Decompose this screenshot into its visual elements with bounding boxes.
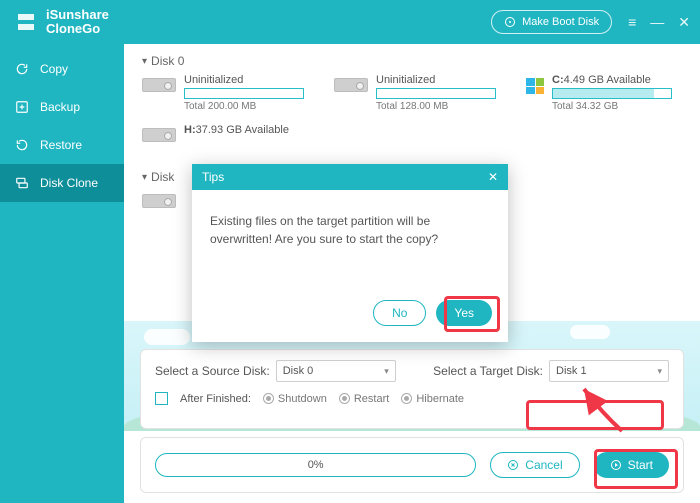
dialog-yes-button[interactable]: Yes xyxy=(436,300,492,326)
footer-bar: 0% Cancel Start xyxy=(140,437,684,493)
partition-name: C:4.49 GB Available xyxy=(552,74,672,86)
app-logo-icon xyxy=(14,10,38,34)
progress-bar: 0% xyxy=(155,453,476,477)
disc-icon xyxy=(504,16,516,28)
chevron-down-icon: ▾ xyxy=(142,172,147,183)
usage-bar xyxy=(184,88,304,99)
partition-name: H:37.93 GB Available xyxy=(184,124,289,136)
dialog-title: Tips xyxy=(202,170,224,184)
cancel-button[interactable]: Cancel xyxy=(490,452,579,478)
radio-shutdown[interactable]: Shutdown xyxy=(263,393,327,405)
menu-icon[interactable]: ≡ xyxy=(628,14,636,31)
partition-total: Total 128.00 MB xyxy=(376,101,496,112)
partition-name: Uninitialized xyxy=(184,74,304,86)
partition-h[interactable]: H:37.93 GB Available xyxy=(142,124,289,142)
after-finished-label: After Finished: xyxy=(180,393,251,405)
partition-total: Total 200.00 MB xyxy=(184,101,304,112)
make-boot-label: Make Boot Disk xyxy=(522,16,599,28)
brand-line2: CloneGo xyxy=(46,22,109,36)
sidebar: Copy Backup Restore Disk Clone xyxy=(0,44,124,503)
dialog-message: Existing files on the target partition w… xyxy=(192,190,508,300)
brand: iSunshareCloneGo xyxy=(14,8,109,37)
restore-icon xyxy=(14,137,30,153)
plus-box-icon xyxy=(14,99,30,115)
partition-name: Uninitialized xyxy=(376,74,496,86)
minimize-icon[interactable]: — xyxy=(650,14,664,31)
sidebar-item-restore[interactable]: Restore xyxy=(0,126,124,164)
source-disk-combo[interactable]: Disk 0 ▾ xyxy=(276,360,396,382)
make-boot-disk-button[interactable]: Make Boot Disk xyxy=(491,10,612,34)
target-disk-combo[interactable]: Disk 1 ▾ xyxy=(549,360,669,382)
title-bar: iSunshareCloneGo Make Boot Disk ≡ — ✕ xyxy=(0,0,700,44)
chevron-down-icon: ▾ xyxy=(657,366,662,377)
progress-value: 0% xyxy=(308,459,324,471)
hdd-icon xyxy=(142,78,176,92)
brand-line1: iSunshare xyxy=(46,8,109,22)
partition[interactable]: Uninitialized Total 200.00 MB xyxy=(142,74,304,112)
window-controls: ≡ — ✕ xyxy=(628,14,690,31)
hdd-icon xyxy=(334,78,368,92)
disk-title: Disk 0 xyxy=(151,54,184,68)
dialog-close-icon[interactable]: ✕ xyxy=(488,170,498,184)
cloud-decor xyxy=(570,325,610,339)
hdd-icon xyxy=(142,128,176,142)
sidebar-item-label: Backup xyxy=(40,100,80,114)
partition-total: Total 34.32 GB xyxy=(552,101,672,112)
close-icon[interactable]: ✕ xyxy=(678,14,690,31)
cloud-decor xyxy=(144,329,190,345)
disk-clone-icon xyxy=(14,175,30,191)
partition[interactable] xyxy=(142,190,176,208)
sidebar-item-disk-clone[interactable]: Disk Clone xyxy=(0,164,124,202)
sidebar-item-label: Copy xyxy=(40,62,68,76)
radio-restart[interactable]: Restart xyxy=(339,393,389,405)
usage-bar xyxy=(376,88,496,99)
combo-value: Disk 0 xyxy=(283,365,314,377)
select-panel: Select a Source Disk: Disk 0 ▾ Select a T… xyxy=(140,349,684,429)
windows-icon xyxy=(526,78,544,94)
combo-value: Disk 1 xyxy=(556,365,587,377)
target-disk-label: Select a Target Disk: xyxy=(433,364,543,378)
start-button[interactable]: Start xyxy=(594,452,669,478)
chevron-down-icon: ▾ xyxy=(384,366,389,377)
sidebar-item-backup[interactable]: Backup xyxy=(0,88,124,126)
start-label: Start xyxy=(628,458,653,472)
hdd-icon xyxy=(142,194,176,208)
dialog-no-button[interactable]: No xyxy=(373,300,426,326)
sidebar-item-label: Disk Clone xyxy=(40,176,98,190)
usage-bar xyxy=(552,88,672,99)
disk-header[interactable]: ▾ Disk 0 xyxy=(142,54,682,68)
play-circle-icon xyxy=(610,459,622,471)
sidebar-item-copy[interactable]: Copy xyxy=(0,50,124,88)
cancel-label: Cancel xyxy=(525,458,562,472)
sidebar-item-label: Restore xyxy=(40,138,82,152)
chevron-down-icon: ▾ xyxy=(142,56,147,67)
refresh-icon xyxy=(14,61,30,77)
radio-hibernate[interactable]: Hibernate xyxy=(401,393,464,405)
partition-c[interactable]: C:4.49 GB Available Total 34.32 GB xyxy=(526,74,672,112)
partition[interactable]: Uninitialized Total 128.00 MB xyxy=(334,74,496,112)
dialog-header: Tips ✕ xyxy=(192,164,508,190)
after-finished-checkbox[interactable] xyxy=(155,392,168,405)
confirm-dialog: Tips ✕ Existing files on the target part… xyxy=(192,164,508,342)
disk-section-0: ▾ Disk 0 Uninitialized Total 200.00 MB Un… xyxy=(142,54,682,142)
disk-title: Disk xyxy=(151,170,174,184)
source-disk-label: Select a Source Disk: xyxy=(155,364,270,378)
x-circle-icon xyxy=(507,459,519,471)
